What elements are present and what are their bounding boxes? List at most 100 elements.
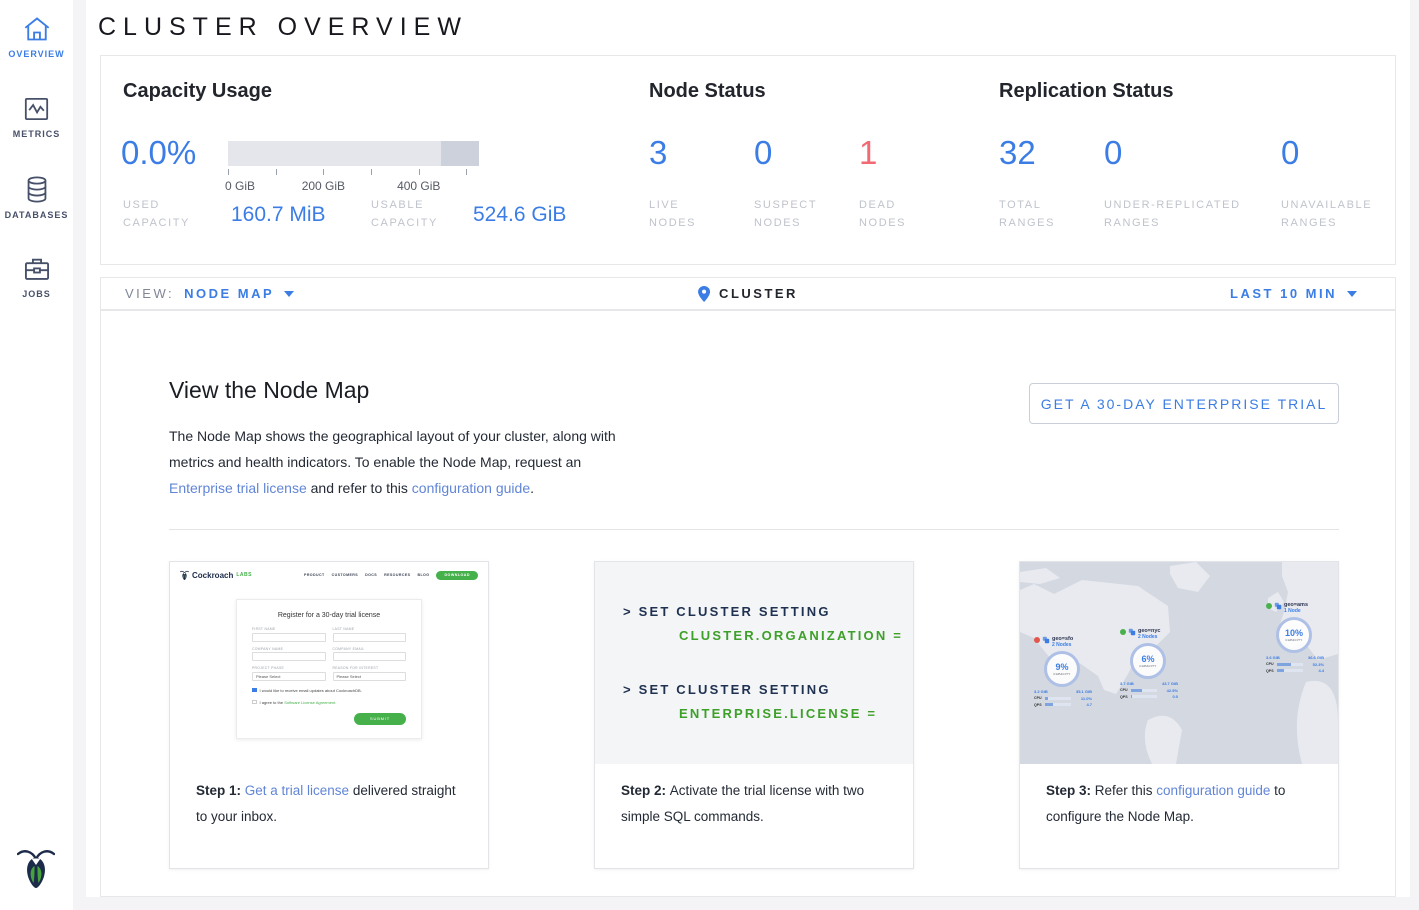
unavailable-ranges-label: UNAVAILABLE RANGES <box>1281 196 1391 232</box>
mini-select: Please Select <box>252 672 326 681</box>
under-replicated-ranges-label: UNDER-REPLICATED RANGES <box>1104 196 1264 232</box>
qps-label: QPS <box>1266 669 1275 673</box>
mini-field-label: COMPANY NAME <box>252 647 326 651</box>
sidebar-item-metrics[interactable]: METRICS <box>0 80 73 160</box>
description-text: . <box>530 480 534 496</box>
mini-download-button: DOWNLOAD <box>436 571 478 580</box>
sidebar-item-overview[interactable]: OVERVIEW <box>0 0 73 80</box>
usable-capacity-label: USABLE CAPACITY <box>371 196 463 232</box>
mini-agree-checkbox-row: I agree to the Software License Agreemen… <box>252 700 406 705</box>
divider <box>169 529 1339 530</box>
capacity-usage-title: Capacity Usage <box>123 80 272 103</box>
briefcase-icon <box>23 256 51 282</box>
mini-license-link: Software License Agreement. <box>284 700 336 705</box>
live-nodes-value: 3 <box>649 134 667 172</box>
capacity-gauge: 0 GiB 200 GiB 400 GiB <box>228 141 479 193</box>
capacity-caption: CAPACITY <box>1285 638 1302 642</box>
qps-value: 0.0 <box>1172 694 1178 699</box>
cockroach-logo <box>17 845 55 894</box>
mini-nav-item: PRODUCT <box>304 573 325 577</box>
mini-nav-item: RESOURCES <box>384 573 410 577</box>
qps-value: 4.7 <box>1086 702 1092 707</box>
live-status-icon <box>1266 603 1272 609</box>
node-status-title: Node Status <box>649 80 766 103</box>
sidebar-item-label: DATABASES <box>5 210 69 220</box>
sidebar-item-databases[interactable]: DATABASES <box>0 160 73 240</box>
node-cube-icon <box>1274 602 1282 610</box>
under-replicated-ranges-value: 0 <box>1104 134 1122 172</box>
nodemap-badge-nyc: geo=nyc2 Nodes 6% CAPACITY 3.7 GiB43.7 G… <box>1120 628 1178 699</box>
mini-field-label: FIRST NAME <box>252 627 326 631</box>
unavailable-ranges-value: 0 <box>1281 134 1299 172</box>
mini-brand-name: Cockroach <box>192 571 233 580</box>
capacity-gauge-ticks <box>228 169 479 177</box>
gauge-tick-label: 400 GiB <box>397 179 440 193</box>
home-icon <box>23 16 51 42</box>
cpu-bar <box>1045 697 1071 700</box>
chevron-down-icon <box>1347 291 1357 297</box>
suspect-nodes-label: SUSPECT NODES <box>754 196 832 232</box>
node-count: 1 Node <box>1284 608 1301 614</box>
total-ranges-value: 32 <box>999 134 1036 172</box>
step2-caption: Step 2: Activate the trial license with … <box>595 764 913 830</box>
description-text: and refer to this <box>307 480 412 496</box>
cpu-value: 11.0% <box>1081 696 1092 701</box>
node-map-description: The Node Map shows the geographical layo… <box>169 423 644 501</box>
mini-site-nav: PRODUCT CUSTOMERS DOCS RESOURCES BLOG DO… <box>304 571 478 580</box>
time-range-dropdown[interactable]: LAST 10 MIN <box>1230 286 1395 301</box>
step3-text: Refer this <box>1095 783 1157 798</box>
setup-steps: Cockroach LABS PRODUCT CUSTOMERS DOCS RE… <box>169 561 1339 869</box>
step1-label: Step 1: <box>196 783 245 798</box>
enterprise-trial-license-link[interactable]: Enterprise trial license <box>169 480 307 496</box>
mini-optin-text: I would like to receive email updates ab… <box>260 688 362 693</box>
used-capacity-value: 160.7 MiB <box>231 203 326 227</box>
capacity-percent: 6% <box>1141 654 1154 664</box>
qps-label: QPS <box>1034 703 1043 707</box>
nodemap-badge-ams: geo=ams1 Node 10% CAPACITY 3.6 GiB36.6 G… <box>1266 602 1324 673</box>
mini-site-screenshot: Cockroach LABS PRODUCT CUSTOMERS DOCS RE… <box>170 562 488 764</box>
configuration-guide-link[interactable]: configuration guide <box>412 480 530 496</box>
dead-nodes-value: 1 <box>859 134 877 172</box>
get-trial-license-link[interactable]: Get a trial license <box>245 783 349 798</box>
step3-caption: Step 3: Refer this configuration guide t… <box>1020 764 1338 830</box>
qps-bar <box>1045 703 1071 706</box>
sidebar: OVERVIEW METRICS DATABASES JOBS <box>0 0 73 910</box>
chevron-down-icon <box>284 291 294 297</box>
cpu-label: CPU <box>1034 696 1043 700</box>
capacity-ring: 6% CAPACITY <box>1130 643 1166 679</box>
view-selector-dropdown[interactable]: VIEW: NODE MAP <box>101 286 294 301</box>
step1-caption: Step 1: Get a trial license delivered st… <box>170 764 488 830</box>
capacity-ring: 9% CAPACITY <box>1044 651 1080 687</box>
dead-status-icon <box>1034 637 1040 643</box>
capacity-total: 36.6 GiB <box>1308 655 1324 660</box>
page-title: CLUSTER OVERVIEW <box>98 13 468 42</box>
node-cube-icon <box>1042 636 1050 644</box>
step3-card: geo=sfo2 Nodes 9% CAPACITY 3.2 GiB35.1 G… <box>1019 561 1339 869</box>
configuration-guide-link[interactable]: configuration guide <box>1156 783 1270 798</box>
live-status-icon <box>1120 629 1126 635</box>
node-map-panel: View the Node Map The Node Map shows the… <box>100 310 1396 897</box>
cpu-bar <box>1131 689 1157 692</box>
mini-select: Please Select <box>333 672 407 681</box>
sidebar-item-label: OVERVIEW <box>8 49 64 59</box>
qps-bar <box>1131 695 1157 698</box>
sidebar-item-jobs[interactable]: JOBS <box>0 240 73 320</box>
enterprise-trial-button[interactable]: GET A 30-DAY ENTERPRISE TRIAL <box>1029 383 1339 424</box>
capacity-ring: 10% CAPACITY <box>1276 617 1312 653</box>
step1-card: Cockroach LABS PRODUCT CUSTOMERS DOCS RE… <box>169 561 489 869</box>
sql-setting: CLUSTER.ORGANIZATION = <box>679 628 903 643</box>
view-label: VIEW: <box>125 286 174 301</box>
node-count: 2 Nodes <box>1052 642 1071 648</box>
metrics-chart-icon <box>23 96 50 122</box>
capacity-gauge-reserved-segment <box>441 141 479 166</box>
mini-nav-item: DOCS <box>365 573 377 577</box>
node-count: 2 Nodes <box>1138 634 1157 640</box>
mini-cockroach-logo: Cockroach LABS <box>180 569 252 581</box>
capacity-gauge-labels: 0 GiB 200 GiB 400 GiB <box>228 179 479 193</box>
mini-input <box>252 633 326 642</box>
mini-field-label: COMPANY EMAIL <box>333 647 407 651</box>
mini-form-fields: FIRST NAME LAST NAME COMPANY NAME COMPAN… <box>252 627 406 681</box>
database-icon <box>25 176 49 203</box>
cpu-label: CPU <box>1120 688 1129 692</box>
view-selected-value: NODE MAP <box>184 286 274 301</box>
